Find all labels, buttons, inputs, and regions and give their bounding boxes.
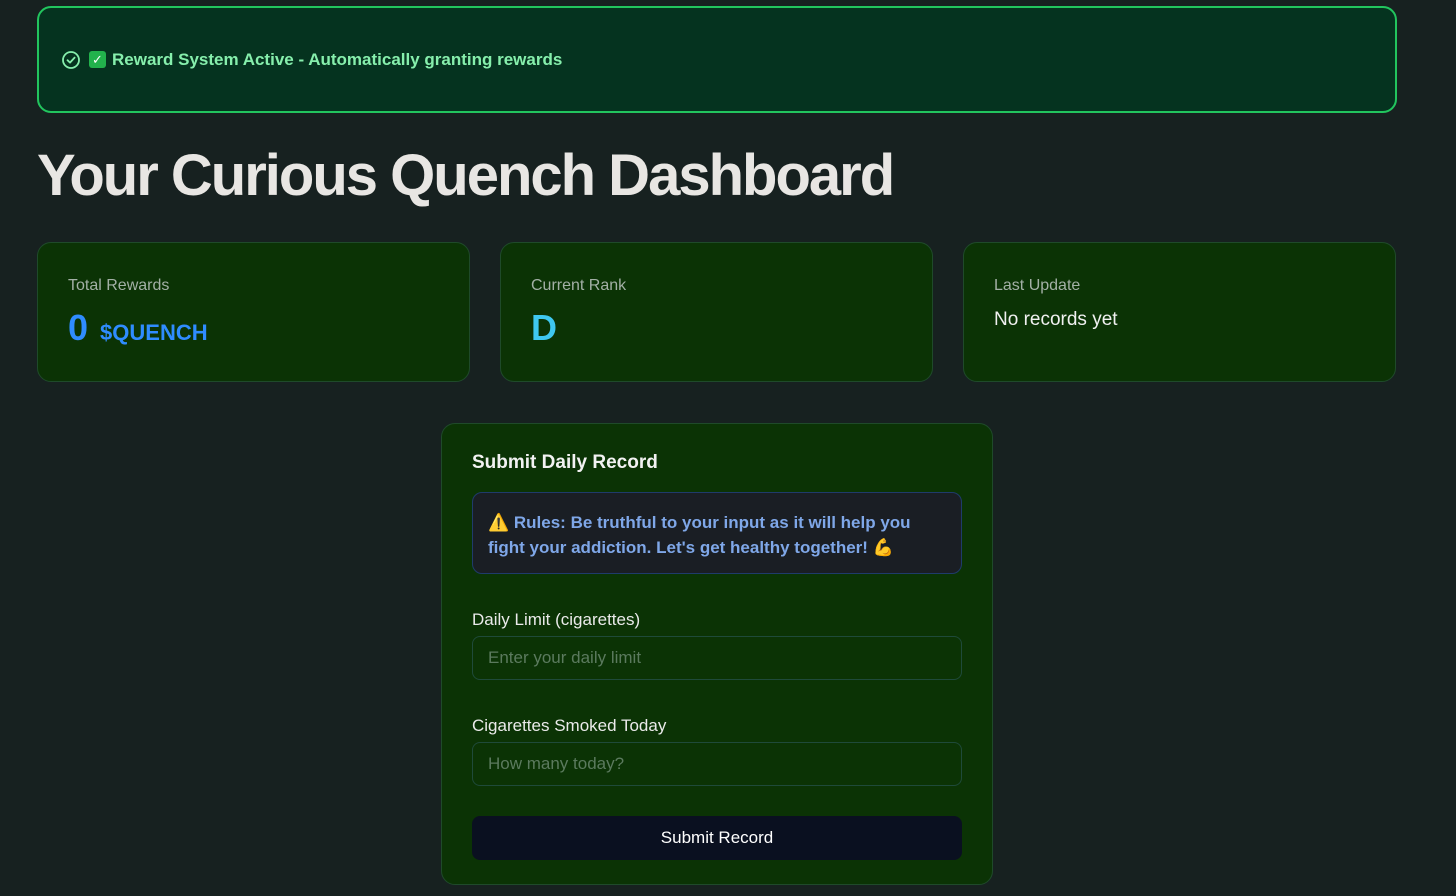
daily-record-form: Submit Daily Record ⚠️ Rules: Be truthfu…: [441, 423, 993, 885]
total-rewards-value: 0: [68, 307, 89, 348]
page-title: Your Curious Quench Dashboard: [37, 143, 895, 208]
form-title: Submit Daily Record: [472, 452, 658, 473]
reward-status-banner: ✓ Reward System Active - Automatically g…: [37, 6, 1397, 113]
rules-notice: ⚠️ Rules: Be truthful to your input as i…: [472, 492, 962, 574]
last-update-label: Last Update: [994, 277, 1081, 294]
total-rewards-card: Total Rewards 0 $QUENCH: [37, 242, 470, 382]
daily-limit-label: Daily Limit (cigarettes): [472, 610, 641, 629]
current-rank-card: Current Rank D: [500, 242, 933, 382]
current-rank-value: D: [531, 307, 557, 348]
smoked-today-label: Cigarettes Smoked Today: [472, 716, 667, 735]
last-update-card: Last Update No records yet: [963, 242, 1396, 382]
submit-record-button[interactable]: Submit Record: [472, 816, 962, 860]
token-unit: $QUENCH: [100, 320, 208, 345]
checkmark-emoji-icon: ✓: [89, 51, 106, 68]
current-rank-label: Current Rank: [531, 277, 627, 294]
total-rewards-value-row: 0 $QUENCH: [68, 307, 439, 349]
banner-status-text: Reward System Active - Automatically gra…: [112, 49, 563, 69]
last-update-value: No records yet: [994, 309, 1118, 330]
daily-limit-input[interactable]: [472, 636, 962, 680]
total-rewards-label: Total Rewards: [68, 277, 170, 294]
check-circle-icon: [61, 50, 81, 70]
smoked-today-input[interactable]: [472, 742, 962, 786]
